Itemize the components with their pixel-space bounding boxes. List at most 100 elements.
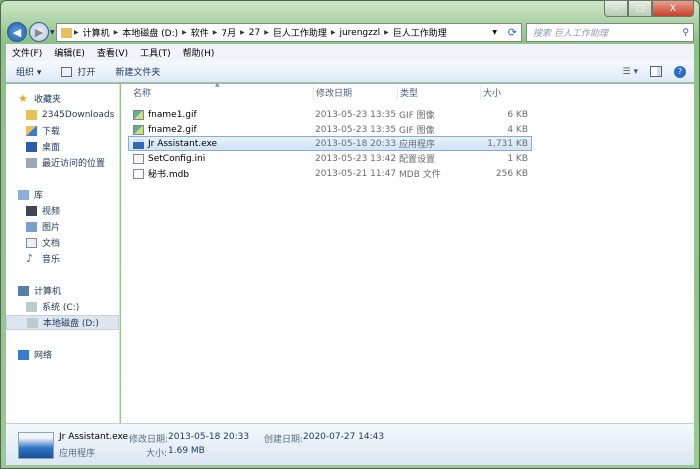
forward-button[interactable]: ▶ [29,22,49,42]
exe-large-icon [18,432,54,459]
breadcrumb-item[interactable]: 软件 [187,26,213,39]
folder-icon [61,27,72,38]
menu-tools[interactable]: 工具(T) [134,46,177,59]
gif-image-icon [133,109,144,120]
drive-icon [26,301,37,312]
search-placeholder: 搜索 巨人工作助理 [533,29,608,39]
details-pane: Jr Assistant.exe 修改日期: 2013-05-18 20:33 … [6,423,694,465]
file-size: 1,731 KB [487,138,528,149]
file-name: SetConfig.ini [148,153,206,164]
pictures-icon [26,221,37,232]
sidebar-favorites[interactable]: ★ 收藏夹 [18,91,131,106]
search-input[interactable]: 搜索 巨人工作助理 ⚲ [526,23,694,42]
desktop-icon [26,141,37,152]
breadcrumb-item[interactable]: 巨人工作助理 [269,26,331,39]
file-row-selected[interactable]: Jr Assistant.exe 2013-05-18 20:33 应用程序 1… [128,136,532,151]
breadcrumb-item[interactable]: jurengzzl [335,28,384,38]
column-header-size[interactable]: 大小 [480,86,501,100]
maximize-button[interactable]: □ [628,0,652,17]
library-icon [18,189,29,200]
recent-places-icon [26,157,37,168]
file-date: 2013-05-23 13:35 [315,124,397,135]
breadcrumb-item[interactable]: 计算机 [79,26,114,39]
size-value: 1.69 MB [168,446,205,456]
address-bar[interactable]: ▶ 计算机 ▶ 本地磁盘 (D:) ▶ 软件 ▶ 7月 ▶ 27 ▶ 巨人工作助理 ▶ jur… [56,23,522,42]
menu-edit[interactable]: 编辑(E) [48,46,91,59]
folder-icon [26,109,37,120]
open-label: 打开 [77,68,96,78]
computer-icon [18,285,29,296]
file-type: 配置设置 [399,155,436,165]
file-size: 1 KB [507,153,528,164]
menu-help[interactable]: 帮助(H) [177,46,221,59]
menu-view[interactable]: 查看(V) [91,46,134,59]
file-name: 秘书.mdb [148,170,190,180]
file-type: GIF 图像 [399,126,435,136]
file-size: 4 KB [507,124,528,135]
file-type: GIF 图像 [399,111,435,121]
breadcrumb-item[interactable]: 7月 [217,26,240,39]
gif-image-icon [133,124,144,135]
ini-icon [133,153,144,164]
open-icon [61,66,73,77]
created-label: 创建日期: [264,435,304,445]
exe-icon [133,138,144,149]
nav-buttons: ◀ ▶ ▼ [7,22,55,42]
file-row[interactable]: 秘书.mdb 2013-05-21 11:47 MDB 文件 256 KB [128,166,532,181]
column-header-name[interactable]: 名称 [133,86,151,100]
organize-button[interactable]: 组织 ▾ [6,65,51,78]
file-name: Jr Assistant.exe [148,138,218,149]
modified-label: 修改日期: [129,435,169,445]
breadcrumb-item[interactable]: 27 [245,28,264,38]
sidebar-computer[interactable]: 计算机 [18,283,131,298]
file-icon [133,168,144,179]
file-date: 2013-05-18 20:33 [315,138,397,149]
command-bar: 组织 ▾ 打开 新建文件夹 ☰ ▾ ? [6,61,694,83]
breadcrumb-item[interactable]: 本地磁盘 (D:) [118,26,182,39]
back-button[interactable]: ◀ [7,22,27,42]
sidebar-item-drive-d[interactable]: 本地磁盘 (D:) [6,315,119,330]
file-name: fname1.gif [148,109,197,120]
recent-pages-dropdown[interactable]: ▼ [50,29,55,36]
breadcrumb-item[interactable]: 巨人工作助理 [389,26,451,39]
file-row[interactable]: SetConfig.ini 2013-05-23 13:42 配置设置 1 KB [128,151,532,166]
column-header-date[interactable]: 修改日期 [313,86,352,100]
file-name: fname2.gif [148,124,197,135]
size-label: 大小: [146,449,168,459]
file-type: MDB 文件 [399,170,441,180]
column-header-type[interactable]: 类型 [397,86,418,100]
file-size: 6 KB [507,109,528,120]
view-options-icon[interactable]: ☰ ▾ [623,67,638,77]
file-date: 2013-05-21 11:47 [315,168,397,179]
file-date: 2013-05-23 13:35 [315,109,397,120]
star-icon: ★ [18,91,28,105]
minimize-button[interactable]: – [604,0,628,17]
sidebar-libraries[interactable]: 库 [18,187,131,202]
file-size: 256 KB [495,168,528,179]
created-value: 2020-07-27 14:43 [303,432,385,442]
sort-arrow-icon: ▲ [215,81,220,88]
file-row[interactable]: fname1.gif 2013-05-23 13:35 GIF 图像 6 KB [128,107,532,122]
sidebar-network[interactable]: 网络 [18,347,131,362]
open-button[interactable]: 打开 [51,65,105,78]
file-row[interactable]: fname2.gif 2013-05-23 13:35 GIF 图像 4 KB [128,122,532,137]
file-date: 2013-05-23 13:42 [315,153,397,164]
preview-pane-icon[interactable] [650,66,662,77]
video-icon [26,205,37,216]
address-dropdown-icon[interactable]: ▼ [492,29,497,36]
selected-file-type: 应用程序 [59,449,96,459]
menu-file[interactable]: 文件(F) [6,46,48,59]
file-type: 应用程序 [399,140,436,150]
window-controls: – □ X [604,0,694,17]
selected-file-name: Jr Assistant.exe [59,432,129,442]
close-button[interactable]: X [652,0,694,17]
file-list: ▲ 名称 修改日期 类型 大小 fname1.gif 2013-05-23 13… [121,81,694,423]
downloads-folder-icon [26,125,37,136]
network-icon [18,349,29,360]
search-icon[interactable]: ⚲ [682,28,689,38]
drive-icon [27,317,38,328]
refresh-icon[interactable]: ⟳ [508,26,517,39]
music-icon: ♪ [26,251,34,265]
new-folder-button[interactable]: 新建文件夹 [105,65,170,78]
help-icon[interactable]: ? [674,65,686,78]
